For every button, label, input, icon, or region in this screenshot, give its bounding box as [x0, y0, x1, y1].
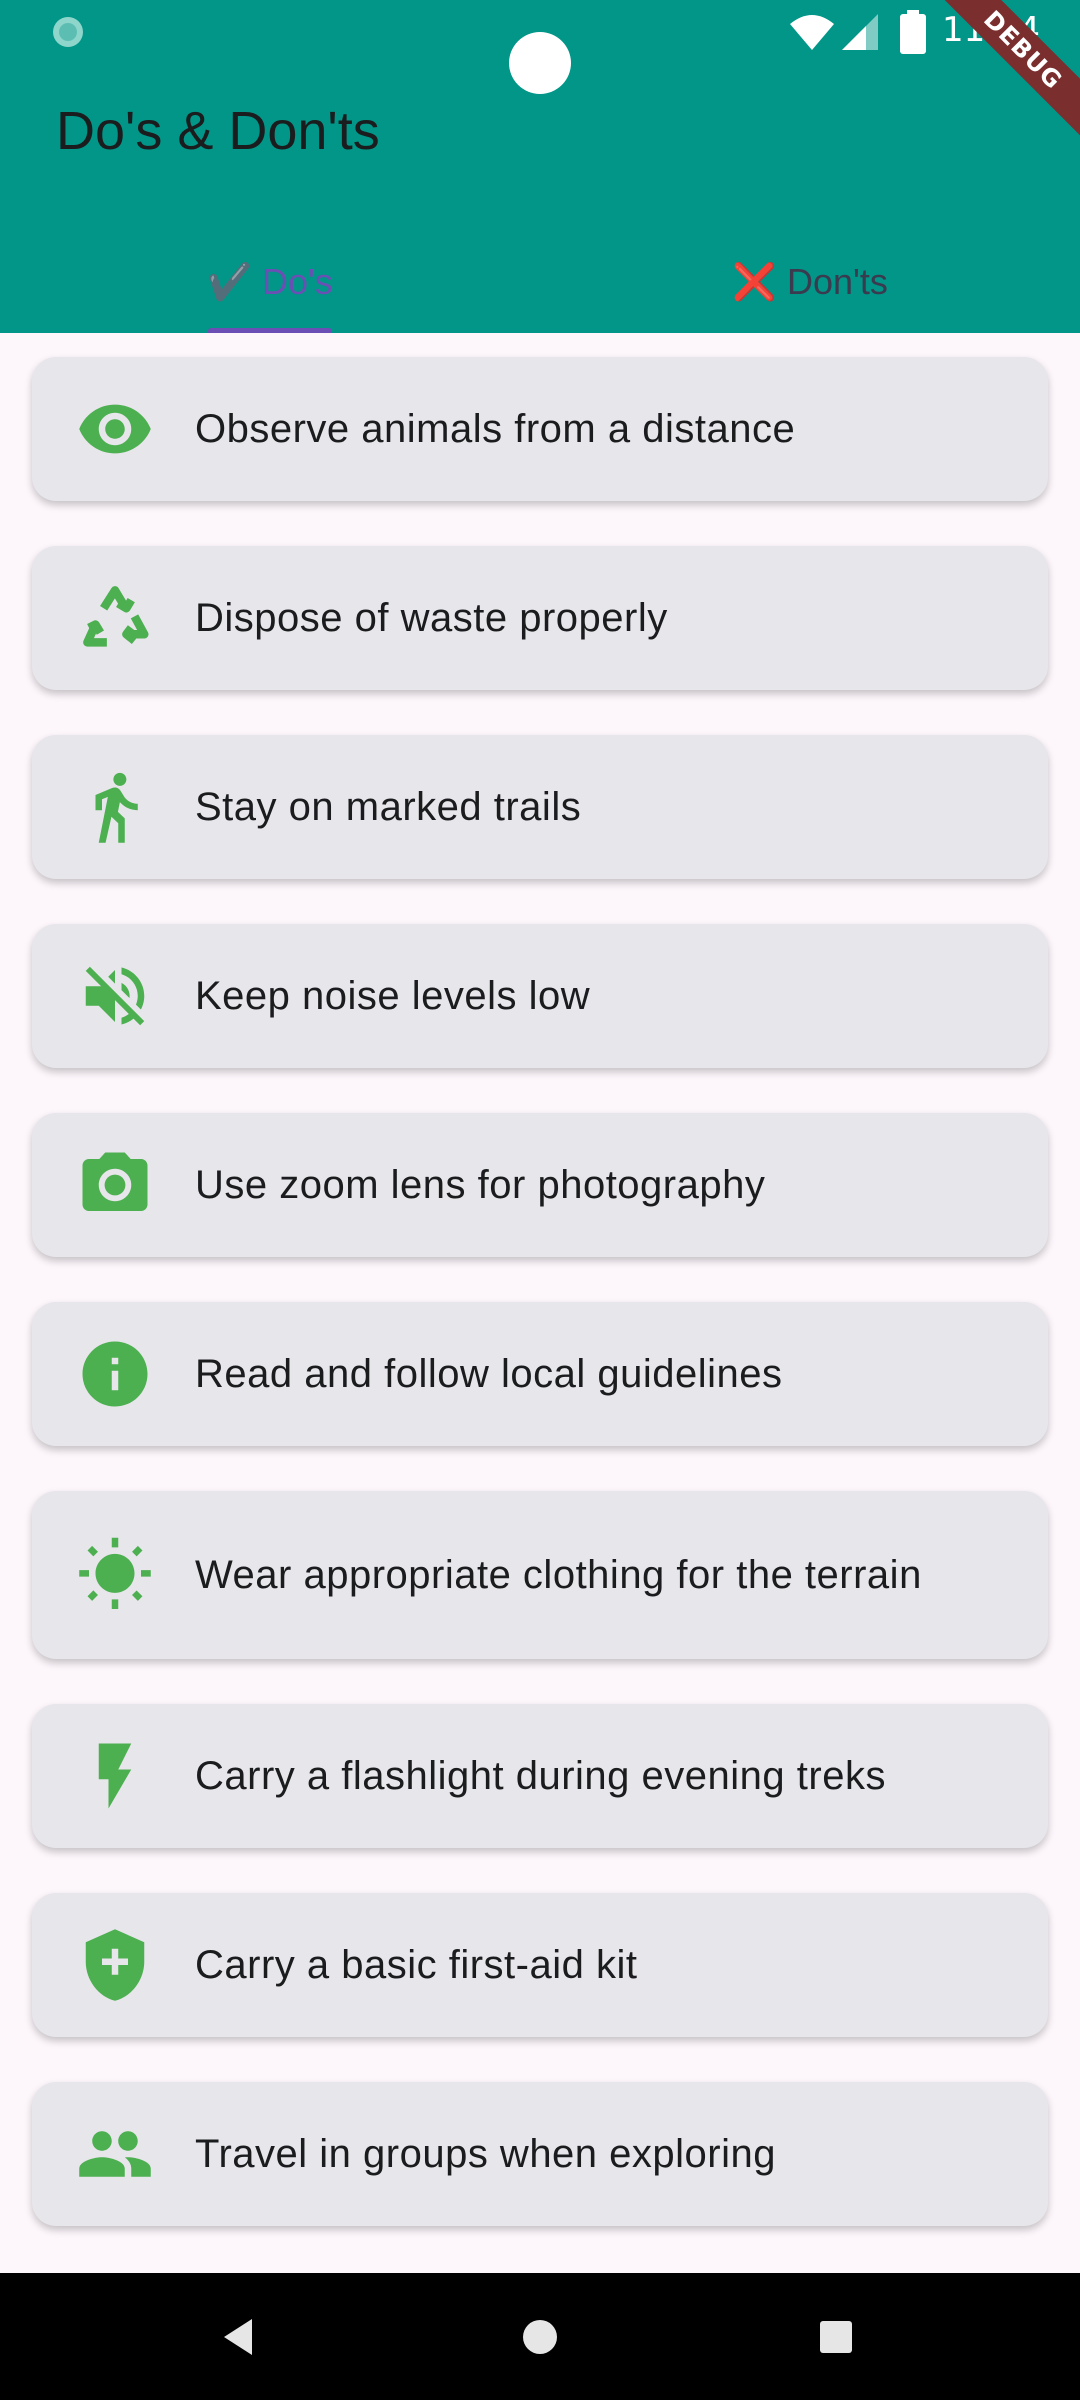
list-item-text: Observe animals from a distance: [195, 407, 796, 451]
list-item-text: Wear appropriate clothing for the terrai…: [195, 1553, 922, 1597]
list-item-text: Use zoom lens for photography: [195, 1163, 766, 1207]
tab-bar: ✔️ Do's ❌ Don'ts: [0, 230, 1080, 333]
list-item[interactable]: Carry a basic first-aid kit: [32, 1893, 1048, 2037]
wifi-icon: [790, 15, 834, 50]
camera-icon: [76, 1146, 154, 1224]
list-item[interactable]: Travel in groups when exploring: [32, 2082, 1048, 2226]
info-icon: [76, 1335, 154, 1413]
list-item-text: Stay on marked trails: [195, 785, 582, 829]
sun-icon: [76, 1536, 154, 1614]
list-item-text: Dispose of waste properly: [195, 596, 668, 640]
volume-off-icon: [76, 957, 154, 1035]
group-icon: [76, 2115, 154, 2193]
list-item[interactable]: Use zoom lens for photography: [32, 1113, 1048, 1257]
list-item[interactable]: Wear appropriate clothing for the terrai…: [32, 1491, 1048, 1659]
list-item[interactable]: Keep noise levels low: [32, 924, 1048, 1068]
list-item[interactable]: Stay on marked trails: [32, 735, 1048, 879]
list-item-text: Carry a basic first-aid kit: [195, 1943, 638, 1987]
system-nav-bar: [0, 2273, 1080, 2400]
list-item-text: Keep noise levels low: [195, 974, 591, 1018]
list-item-text: Read and follow local guidelines: [195, 1352, 783, 1396]
list-item[interactable]: Dispose of waste properly: [32, 546, 1048, 690]
recycle-icon: [76, 579, 154, 657]
tab-dos[interactable]: ✔️ Do's: [0, 230, 540, 333]
dos-list[interactable]: Observe animals from a distance Dispose …: [0, 333, 1080, 2273]
list-item-text: Carry a flashlight during evening treks: [195, 1754, 886, 1798]
tab-donts-label: ❌ Don'ts: [732, 260, 888, 302]
eye-icon: [76, 390, 154, 468]
app-notification-icon: [53, 17, 83, 47]
hiker-icon: [76, 768, 154, 846]
app-bar: 11:34 DEBUG Do's & Don'ts ✔️ Do's ❌ Don'…: [0, 0, 1080, 333]
back-icon[interactable]: [212, 2309, 268, 2365]
page-title: Do's & Don'ts: [56, 101, 380, 161]
signal-icon: [842, 14, 878, 50]
list-item[interactable]: Read and follow local guidelines: [32, 1302, 1048, 1446]
health-shield-icon: [76, 1926, 154, 2004]
tab-donts[interactable]: ❌ Don'ts: [540, 230, 1080, 333]
recents-icon[interactable]: [808, 2309, 864, 2365]
camera-cutout: [509, 32, 571, 94]
list-item-text: Travel in groups when exploring: [195, 2132, 776, 2176]
home-icon[interactable]: [512, 2309, 568, 2365]
list-item[interactable]: Observe animals from a distance: [32, 357, 1048, 501]
tab-dos-label: ✔️ Do's: [207, 260, 333, 302]
status-bar: 11:34 DEBUG: [0, 0, 1080, 146]
list-item[interactable]: Carry a flashlight during evening treks: [32, 1704, 1048, 1848]
battery-icon: [900, 10, 926, 54]
flash-icon: [76, 1737, 154, 1815]
